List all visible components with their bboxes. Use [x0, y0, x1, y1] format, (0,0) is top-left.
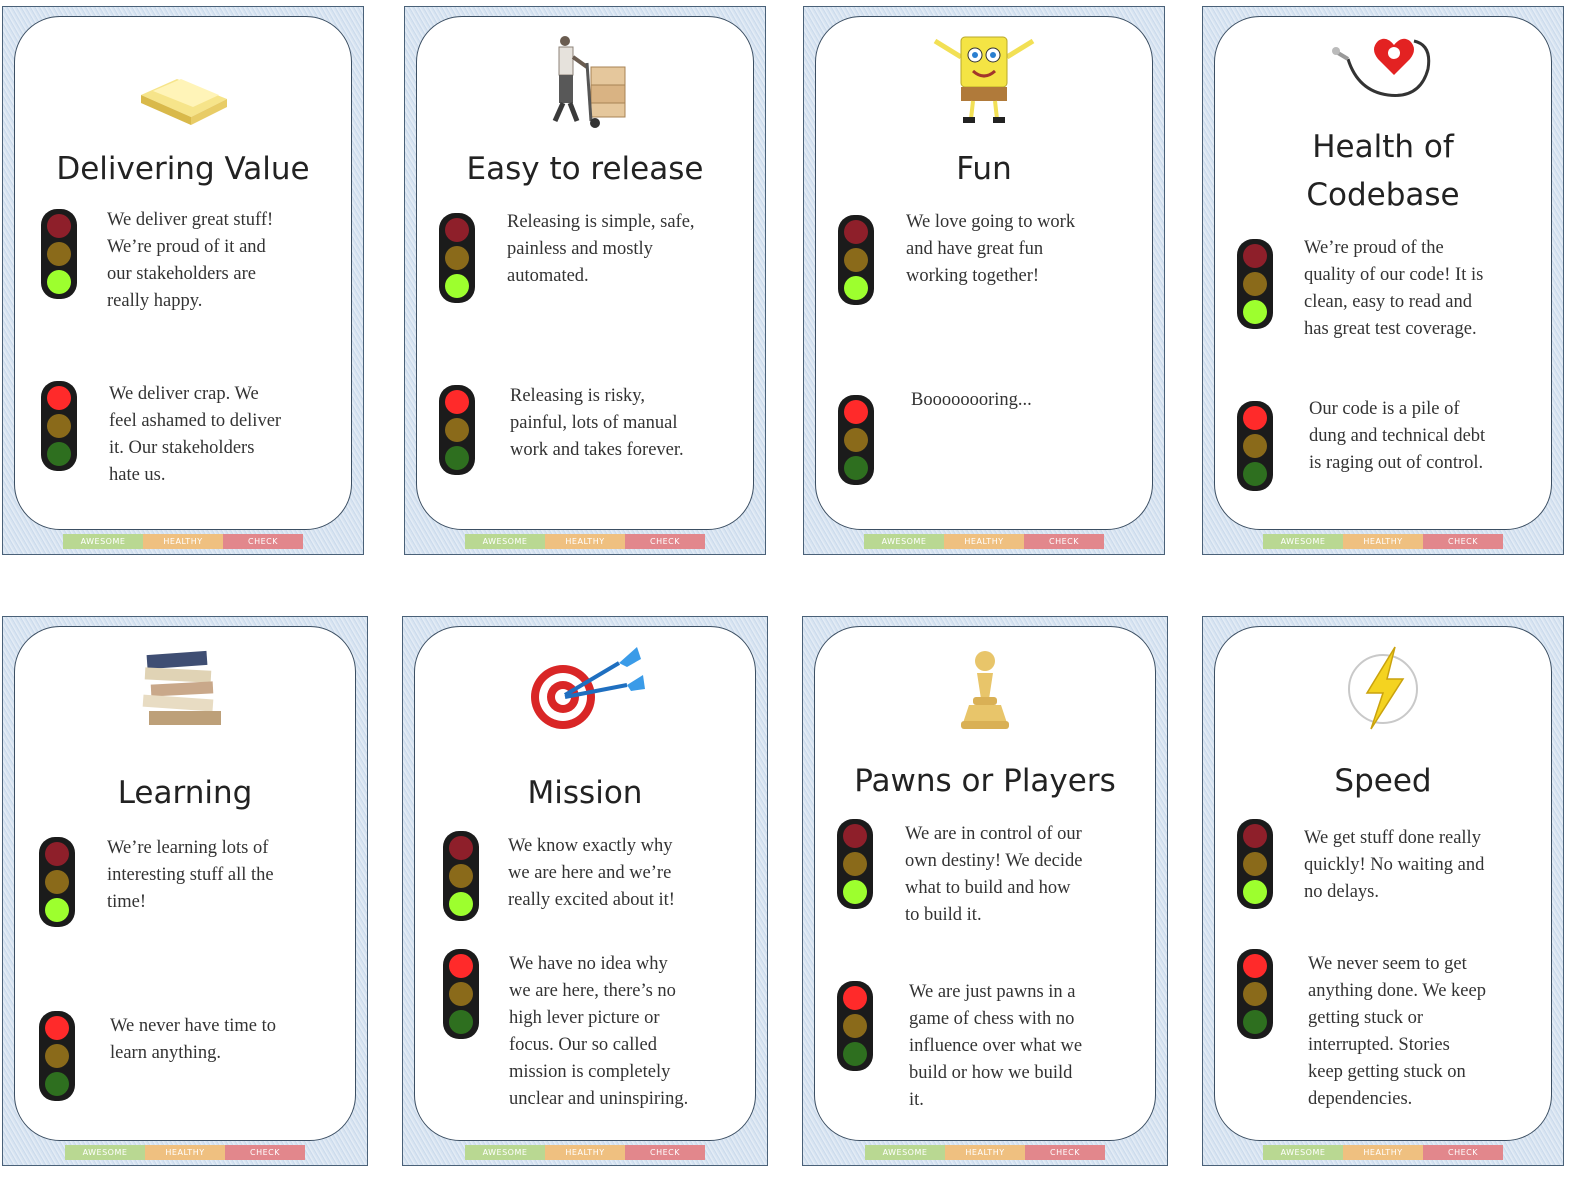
card-footer-strip: AWESOME HEALTHY CHECK — [465, 1145, 705, 1160]
traffic-light-red-icon — [41, 381, 77, 471]
health-check-card-health-of-codebase: Health of Codebase We’re proud of the qu… — [1202, 6, 1564, 555]
health-check-card-speed: Speed We get stuff done really quickly! … — [1202, 616, 1564, 1166]
traffic-light-red-icon — [439, 385, 475, 475]
card-title: Delivering Value — [56, 151, 310, 187]
traffic-light-red-icon — [1237, 949, 1273, 1039]
good-state-description: We are in control of our own destiny! We… — [905, 824, 1083, 925]
card-face: Health of Codebase We’re proud of the qu… — [1214, 16, 1552, 530]
card-face: Easy to release Releasing is simple, saf… — [416, 16, 754, 530]
bad-state-description: We never have time to learn anything. — [110, 1016, 276, 1063]
gold-bar-icon — [135, 57, 231, 127]
bad-state-description: We have no idea why we are here, there’s… — [509, 954, 689, 1109]
traffic-light-green-icon — [1237, 239, 1273, 329]
traffic-light-green-icon — [838, 215, 874, 305]
card-title: Health of Codebase — [1306, 129, 1460, 213]
card-face: Delivering Value We deliver great stuff!… — [14, 16, 352, 530]
card-footer-strip: AWESOME HEALTHY CHECK — [65, 1145, 305, 1160]
health-check-card-pawns-or-players: Pawns or Players We are in control of ou… — [802, 616, 1168, 1166]
bad-state-description: We never seem to get anything done. We k… — [1308, 954, 1486, 1109]
traffic-light-green-icon — [1237, 819, 1273, 909]
bad-state-description: Our code is a pile of dung and technical… — [1309, 399, 1486, 473]
card-title: Pawns or Players — [854, 763, 1116, 799]
bad-state-description: Boooooooring... — [911, 390, 1032, 410]
card-face: Speed We get stuff done really quickly! … — [1214, 626, 1552, 1141]
traffic-light-green-icon — [443, 831, 479, 921]
health-check-card-learning: Learning We’re learning lots of interest… — [2, 616, 368, 1166]
dartboard-icon — [523, 641, 647, 733]
card-footer-strip: AWESOME HEALTHY CHECK — [63, 534, 303, 549]
card-title: Easy to release — [466, 151, 704, 187]
good-state-description: We deliver great stuff! We’re proud of i… — [107, 210, 274, 311]
card-footer-strip: AWESOME HEALTHY CHECK — [1263, 1145, 1503, 1160]
bad-state-description: We deliver crap. We feel ashamed to deli… — [109, 384, 282, 485]
card-footer-strip: AWESOME HEALTHY CHECK — [864, 534, 1104, 549]
traffic-light-green-icon — [39, 837, 75, 927]
traffic-light-green-icon — [837, 819, 873, 909]
health-check-card-delivering-value: Delivering Value We deliver great stuff!… — [2, 6, 364, 555]
card-title: Mission — [527, 775, 643, 811]
lightning-bolt-icon — [1343, 643, 1423, 733]
book-stack-icon — [137, 647, 233, 731]
traffic-light-red-icon — [1237, 401, 1273, 491]
traffic-light-red-icon — [39, 1011, 75, 1101]
card-face: Mission We know exactly why we are here … — [414, 626, 756, 1141]
spongebob-icon — [929, 27, 1039, 127]
card-title: Learning — [117, 775, 253, 811]
card-face: Pawns or Players We are in control of ou… — [814, 626, 1156, 1141]
good-state-description: We’re learning lots of interesting stuff… — [107, 838, 274, 912]
traffic-light-red-icon — [443, 949, 479, 1039]
card-footer-strip: AWESOME HEALTHY CHECK — [465, 534, 705, 549]
traffic-light-green-icon — [41, 209, 77, 299]
heart-stethoscope-icon — [1328, 29, 1438, 113]
bad-state-description: Releasing is risky, painful, lots of man… — [510, 386, 684, 460]
health-check-card-mission: Mission We know exactly why we are here … — [402, 616, 768, 1166]
health-check-card-fun: Fun We love going to work and have great… — [803, 6, 1165, 555]
card-footer-strip: AWESOME HEALTHY CHECK — [865, 1145, 1105, 1160]
traffic-light-red-icon — [838, 395, 874, 485]
health-check-card-easy-to-release: Easy to release Releasing is simple, saf… — [404, 6, 766, 555]
card-footer-strip: AWESOME HEALTHY CHECK — [1263, 534, 1503, 549]
traffic-light-green-icon — [439, 213, 475, 303]
delivery-hand-truck-icon — [537, 33, 633, 129]
card-title: Fun — [956, 151, 1012, 187]
good-state-description: Releasing is simple, safe, painless and … — [507, 212, 695, 286]
good-state-description: We’re proud of the quality of our code! … — [1304, 238, 1484, 339]
good-state-description: We love going to work and have great fun… — [906, 212, 1076, 286]
good-state-description: We know exactly why we are here and we’r… — [508, 836, 675, 910]
card-face: Fun We love going to work and have great… — [815, 16, 1153, 530]
chess-pawn-icon — [955, 647, 1015, 731]
bad-state-description: We are just pawns in a game of chess wit… — [909, 982, 1083, 1110]
card-title: Speed — [1334, 763, 1432, 799]
good-state-description: We get stuff done really quickly! No wai… — [1304, 828, 1485, 902]
card-face: Learning We’re learning lots of interest… — [14, 626, 356, 1141]
traffic-light-red-icon — [837, 981, 873, 1071]
